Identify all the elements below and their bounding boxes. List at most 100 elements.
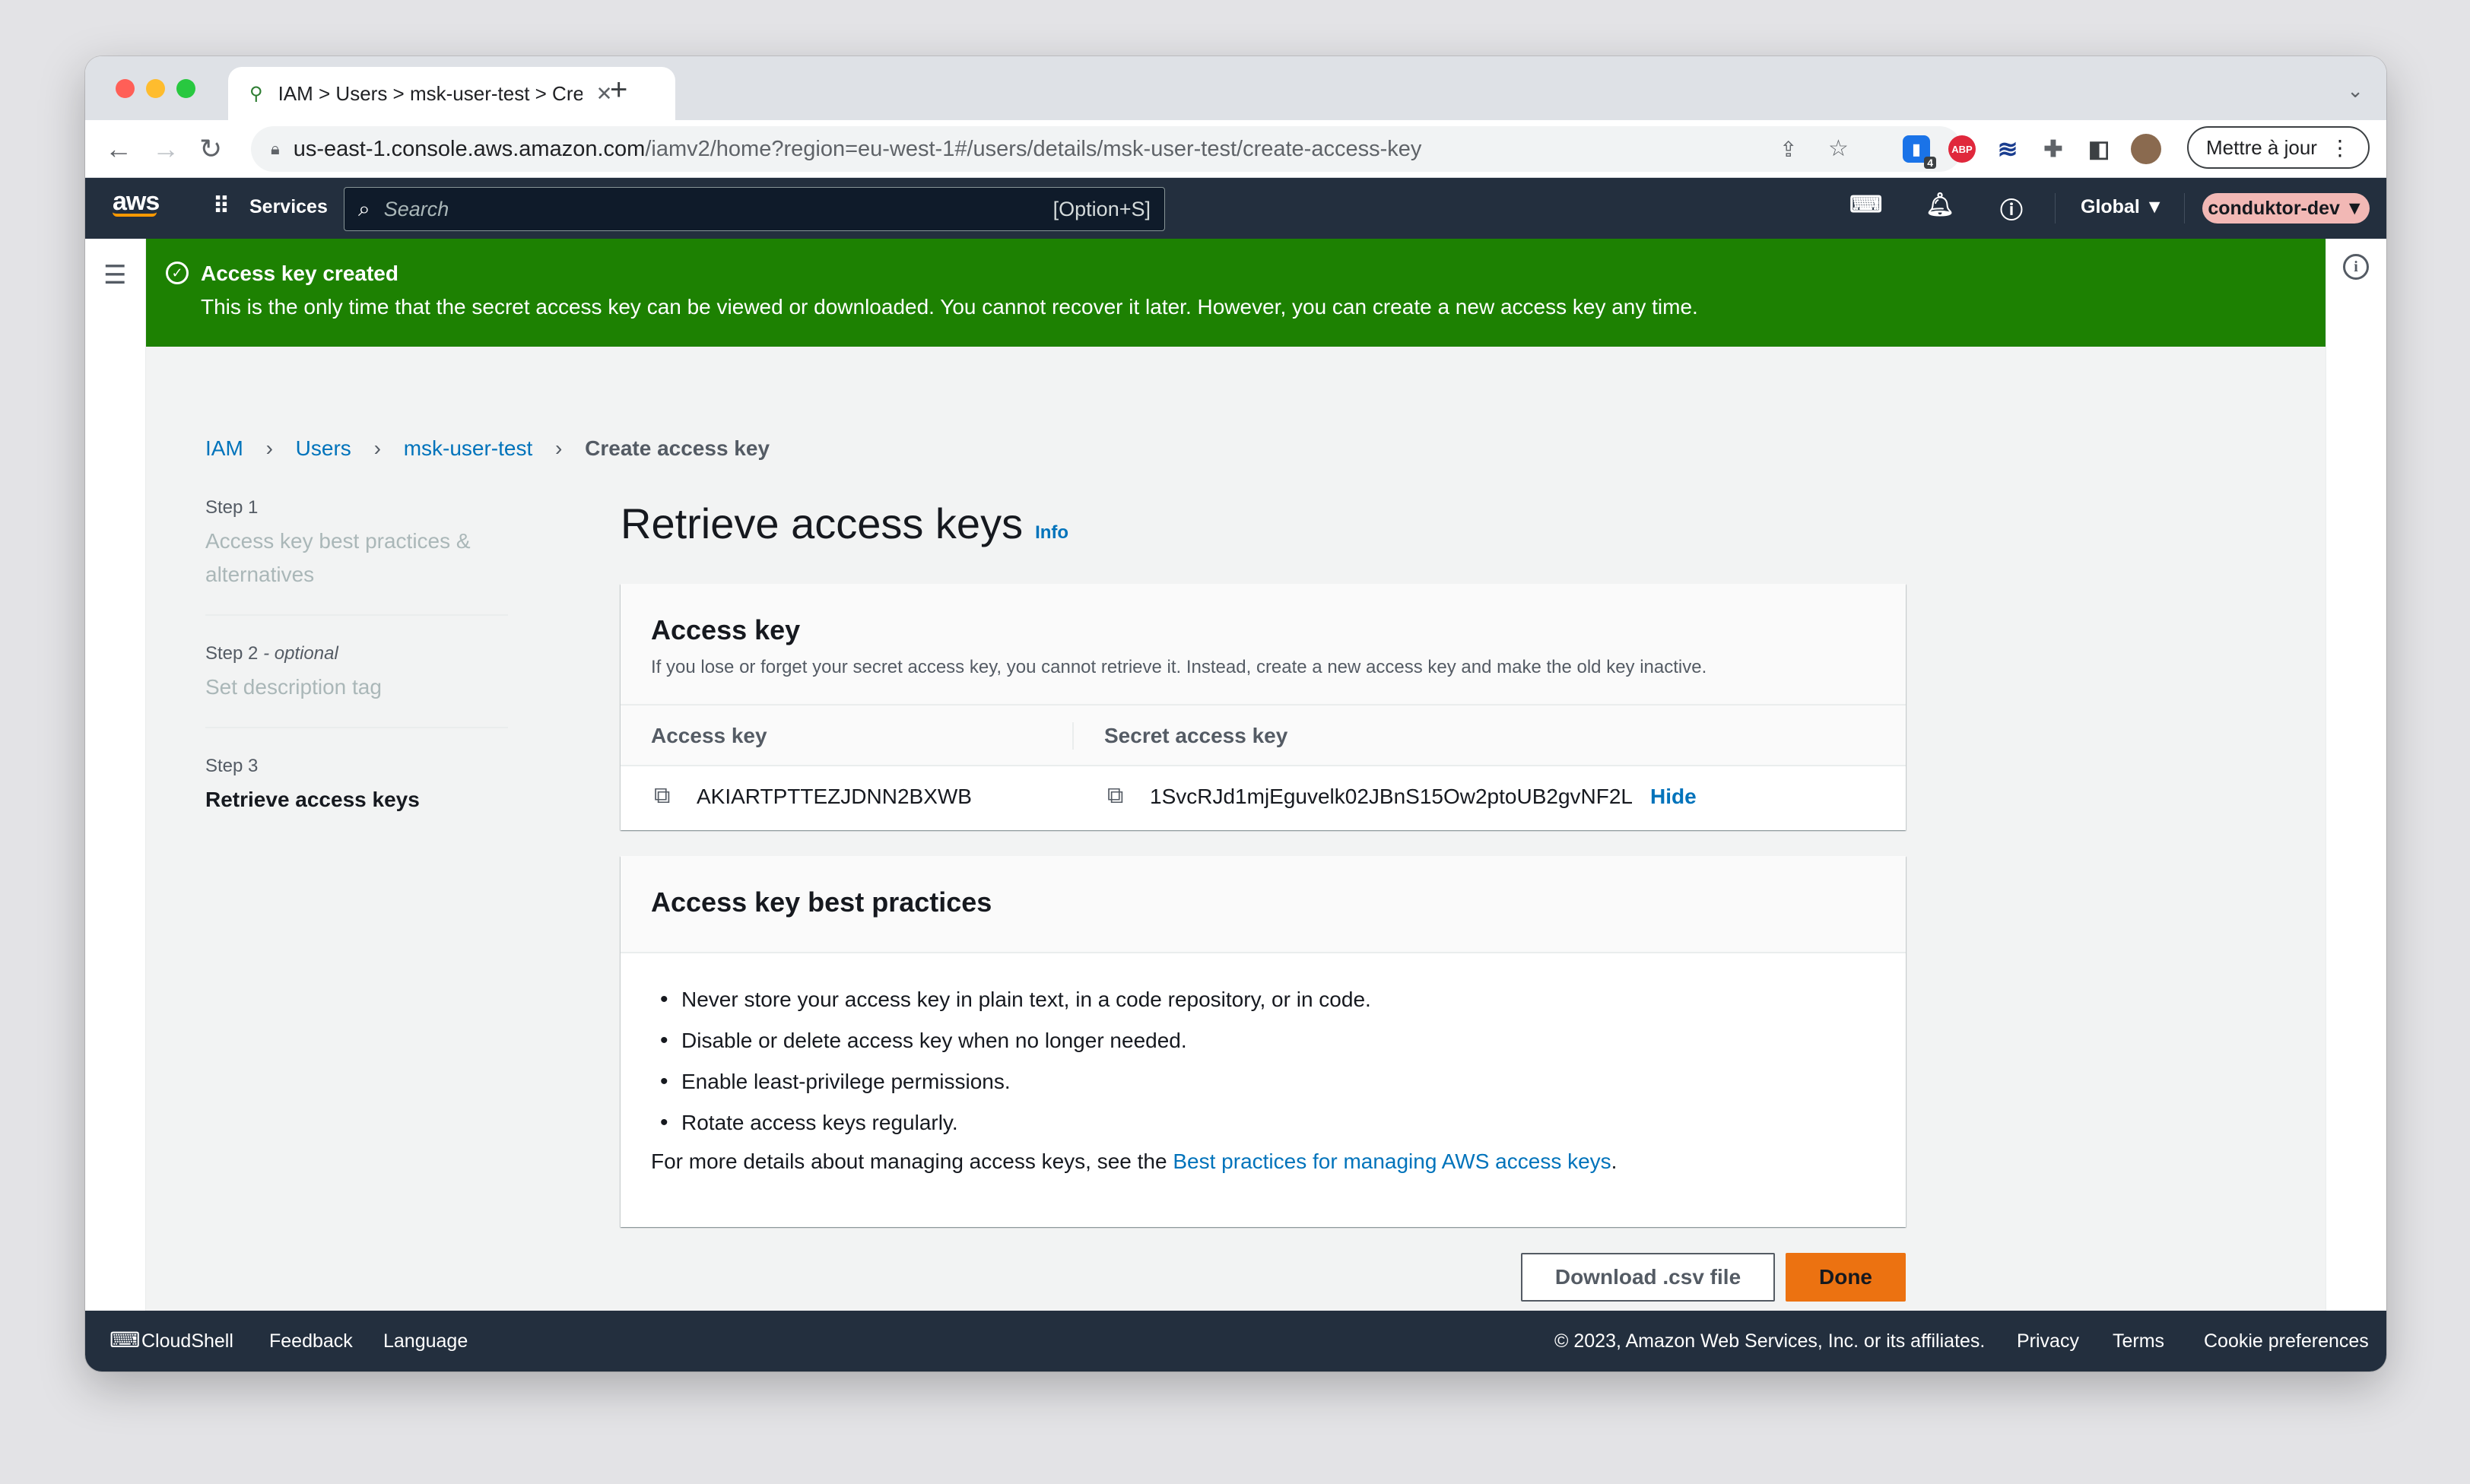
access-key-card-description: If you lose or forget your secret access…: [651, 657, 1707, 677]
breadcrumb-users[interactable]: Users: [296, 436, 351, 460]
close-window-button[interactable]: [116, 79, 135, 98]
step-2-label: Step 2 - optional: [205, 643, 338, 664]
list-item: Rotate access keys regularly.: [651, 1102, 1875, 1143]
access-key-card: Access key If you lose or forget your se…: [621, 584, 1906, 830]
best-practices-title: Access key best practices: [651, 886, 992, 918]
maximize-window-button[interactable]: [176, 79, 195, 98]
best-practices-link[interactable]: Best practices for managing AWS access k…: [1173, 1149, 1611, 1173]
minimize-window-button[interactable]: [146, 79, 165, 98]
breadcrumb-chevron-icon: ›: [373, 436, 381, 460]
access-key-card-title: Access key: [651, 614, 801, 645]
info-panel-icon[interactable]: i: [2343, 254, 2369, 280]
success-check-icon: ✓: [166, 262, 189, 284]
url-domain: us-east-1.console.aws.amazon.com: [293, 136, 646, 161]
search-placeholder: Search: [383, 197, 449, 220]
region-selector[interactable]: Global ▼: [2081, 196, 2164, 218]
flash-title: Access key created: [201, 262, 398, 285]
main-content: IAM › Users › msk-user-test › Create acc…: [146, 347, 2326, 1311]
step-3-label: Step 3: [205, 756, 259, 776]
tab-bar: ⚲ IAM > Users > msk-user-test > Create a…: [85, 56, 2386, 120]
puzzle-extensions-icon[interactable]: ✚: [2040, 135, 2067, 163]
access-key-value: AKIARTPTTEZJDNN2BXWB: [697, 785, 972, 808]
search-shortcut: [Option+S]: [1052, 197, 1151, 220]
language-link[interactable]: Language: [383, 1330, 468, 1352]
browser-tab[interactable]: ⚲ IAM > Users > msk-user-test > Create a…: [228, 67, 675, 120]
aws-top-nav: aws ⠿ Services ⌕ Search [Option+S] ⌨ 🔔︎ …: [85, 178, 2386, 239]
breadcrumb-chevron-icon: ›: [265, 436, 273, 460]
extension-badge: 4: [1924, 157, 1936, 169]
forward-icon[interactable]: →: [152, 134, 179, 164]
success-flash-banner: ✓ Access key created This is the only ti…: [146, 239, 2326, 347]
browser-window: ⚲ IAM > Users > msk-user-test > Create a…: [85, 56, 2386, 1371]
aws-logo[interactable]: aws: [113, 187, 160, 217]
bookmark-star-icon[interactable]: ☆: [1828, 135, 1849, 162]
flash-message: This is the only time that the secret ac…: [201, 295, 1698, 319]
search-icon: ⌕: [358, 196, 370, 220]
help-icon[interactable]: ⓘ: [2000, 192, 2023, 225]
list-item: Enable least-privilege permissions.: [651, 1061, 1875, 1102]
browser-toolbar: ← → ↻ 🔒︎ us-east-1.console.aws.amazon.co…: [85, 120, 2386, 178]
hide-secret-link[interactable]: Hide: [1650, 785, 1697, 809]
breadcrumb: IAM › Users › msk-user-test › Create acc…: [205, 436, 770, 461]
address-bar[interactable]: 🔒︎ us-east-1.console.aws.amazon.com/iamv…: [251, 126, 1962, 172]
best-practices-card: Access key best practices Never store yo…: [621, 856, 1906, 1227]
breadcrumb-iam[interactable]: IAM: [205, 436, 243, 460]
download-csv-button[interactable]: Download .csv file: [1521, 1253, 1775, 1302]
wizard-steps: Step 1 Access key best practices & alter…: [205, 497, 525, 817]
cloudshell-link[interactable]: CloudShell: [141, 1330, 233, 1352]
more-menu-icon[interactable]: ⋮: [2329, 135, 2351, 160]
done-button[interactable]: Done: [1786, 1253, 1906, 1302]
notifications-bell-icon[interactable]: 🔔︎: [1926, 192, 1954, 218]
lock-icon: 🔒︎: [271, 139, 280, 158]
step-2-title[interactable]: Set description tag: [205, 671, 525, 704]
services-menu[interactable]: Services: [249, 196, 328, 218]
column-header-secret-key: Secret access key: [1104, 724, 1288, 747]
feedback-link[interactable]: Feedback: [269, 1330, 353, 1352]
info-link[interactable]: Info: [1035, 522, 1068, 544]
side-panel-icon[interactable]: ◧: [2085, 135, 2113, 163]
copy-icon[interactable]: ⧉: [654, 783, 670, 809]
column-header-access-key: Access key: [651, 724, 767, 747]
tab-title: IAM > Users > msk-user-test > Create acc…: [278, 81, 583, 105]
terms-link[interactable]: Terms: [2113, 1330, 2164, 1352]
update-label: Mettre à jour: [2206, 135, 2317, 159]
breadcrumb-current: Create access key: [585, 436, 770, 460]
abp-label: ABP: [1951, 143, 1973, 155]
copyright-text: © 2023, Amazon Web Services, Inc. or its…: [1554, 1330, 1986, 1352]
right-rail: i: [2326, 239, 2386, 1311]
hamburger-menu-icon[interactable]: ☰: [103, 260, 126, 290]
account-menu[interactable]: conduktor-dev ▼: [2202, 193, 2370, 224]
extension-icon[interactable]: ▮ 4: [1903, 135, 1936, 169]
update-chrome-button[interactable]: Mettre à jour ⋮: [2187, 126, 2370, 169]
url-path: /iamv2/home?region=eu-west-1#/users/deta…: [645, 136, 1422, 161]
tab-search-chevron-icon[interactable]: ⌄: [2347, 79, 2364, 103]
list-item: Disable or delete access key when no lon…: [651, 1020, 1875, 1061]
left-rail: ☰: [85, 239, 146, 1311]
copy-icon[interactable]: ⧉: [1107, 783, 1123, 809]
waves-extension-icon[interactable]: ≋: [1994, 135, 2021, 163]
aws-search-input[interactable]: ⌕ Search [Option+S]: [344, 187, 1165, 231]
aws-favicon-icon: ⚲: [249, 83, 263, 104]
table-row: ⧉ AKIARTPTTEZJDNN2BXWB ⧉ 1SvcRJd1mjEguve…: [621, 766, 1906, 827]
adblock-icon[interactable]: ABP: [1948, 135, 1976, 163]
details-prefix: For more details about managing access k…: [651, 1149, 1173, 1173]
profile-avatar[interactable]: [2131, 134, 2161, 164]
page-header: Retrieve access keys Info: [621, 499, 1068, 548]
list-item: Never store your access key in plain tex…: [651, 979, 1875, 1020]
reload-icon[interactable]: ↻: [199, 134, 222, 164]
best-practices-list: Never store your access key in plain tex…: [651, 979, 1875, 1143]
cloudshell-icon[interactable]: ⌨: [1849, 192, 1882, 218]
aws-footer: ⌨ CloudShell Feedback Language © 2023, A…: [85, 1311, 2386, 1371]
services-grid-icon[interactable]: ⠿: [213, 193, 230, 220]
privacy-link[interactable]: Privacy: [2017, 1330, 2079, 1352]
new-tab-icon[interactable]: +: [610, 73, 627, 107]
secret-key-value: 1SvcRJd1mjEguvelk02JBnS15Ow2ptoUB2gvNF2L: [1150, 785, 1633, 808]
cloudshell-footer-icon[interactable]: ⌨: [110, 1327, 140, 1352]
page-title: Retrieve access keys: [621, 499, 1024, 547]
breadcrumb-user[interactable]: msk-user-test: [404, 436, 533, 460]
back-icon[interactable]: ←: [105, 134, 132, 164]
share-icon[interactable]: ⇪: [1779, 137, 1797, 162]
cookie-preferences-link[interactable]: Cookie preferences: [2204, 1330, 2369, 1352]
step-1-label: Step 1: [205, 497, 259, 518]
step-1-title[interactable]: Access key best practices & alternatives: [205, 525, 494, 591]
